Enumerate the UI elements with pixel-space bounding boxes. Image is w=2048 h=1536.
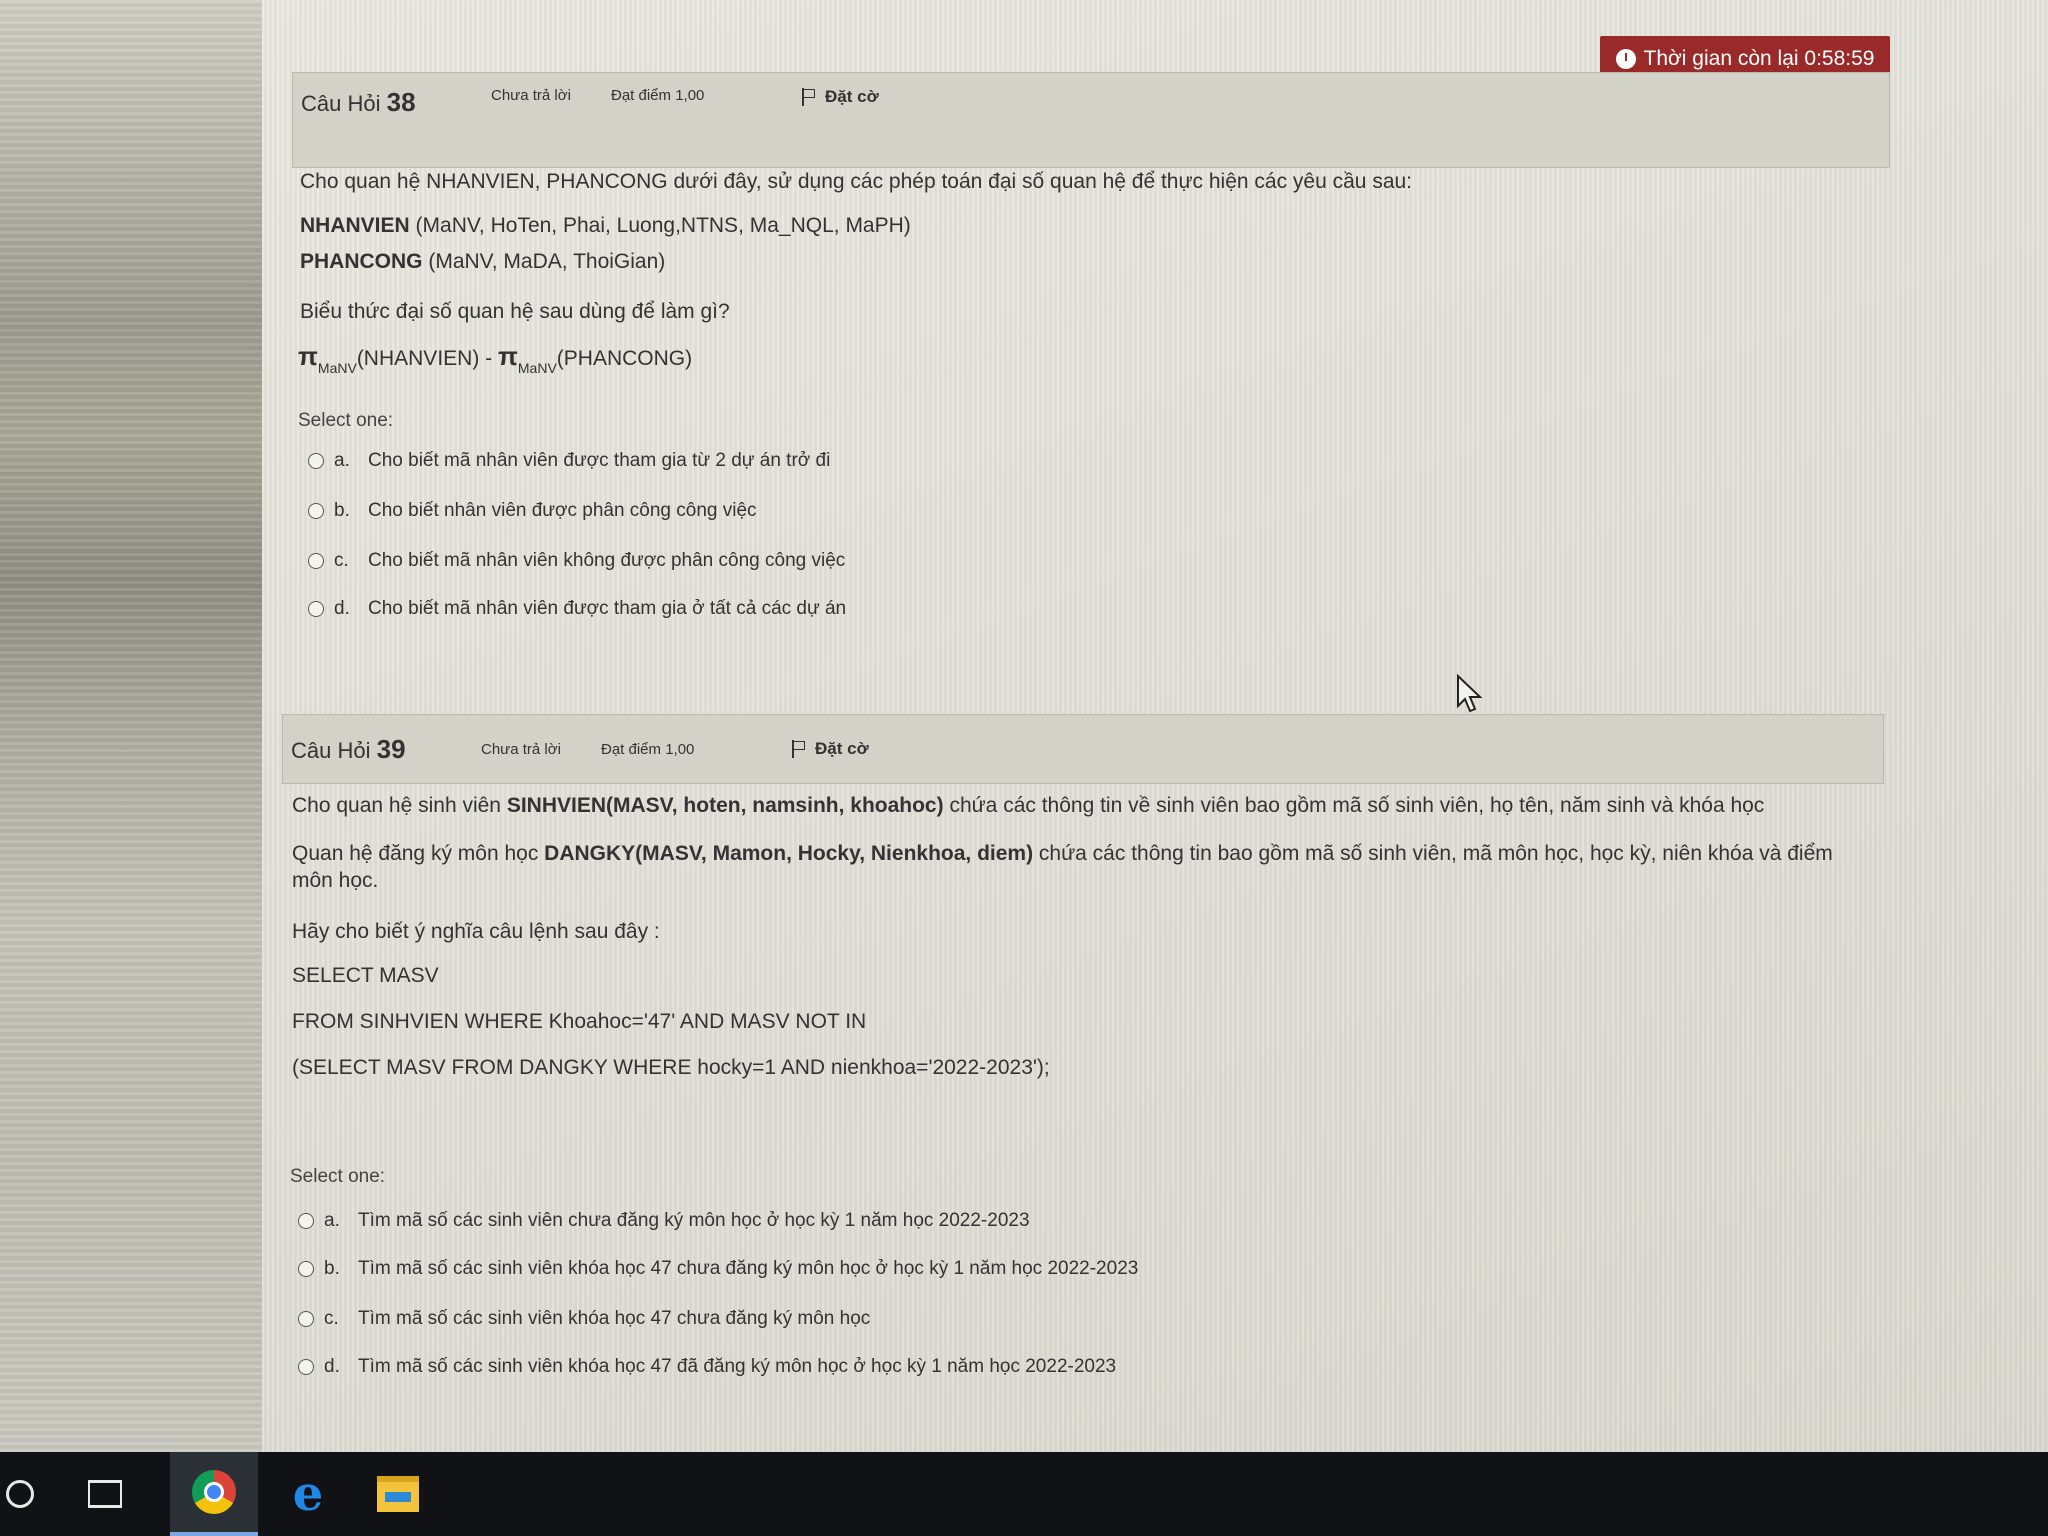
option-letter: c. xyxy=(324,1308,339,1329)
relation-schema: DANGKY(MASV, Mamon, Hocky, Nienkhoa, die… xyxy=(544,842,1034,865)
q39-option-c[interactable]: c. Tìm mã số các sinh viên khóa học 47 c… xyxy=(298,1308,870,1330)
option-text: Tìm mã số các sinh viên chưa đăng ký môn… xyxy=(358,1210,1030,1231)
sql-line-3: (SELECT MASV FROM DANGKY WHERE hocky=1 A… xyxy=(292,1056,1050,1079)
radio-button[interactable] xyxy=(298,1359,314,1375)
relation-attributes: (MaNV, MaDA, ThoiGian) xyxy=(422,250,666,273)
expression-operand: (NHANVIEN) - xyxy=(356,347,498,370)
option-text: Tìm mã số các sinh viên khóa học 47 chưa… xyxy=(358,1308,871,1329)
option-text: Cho biết mã nhân viên được tham gia ở tấ… xyxy=(368,598,847,619)
background-photo xyxy=(0,0,262,1452)
radio-button[interactable] xyxy=(308,553,324,569)
projection-symbol: π xyxy=(298,341,318,371)
cortana-button[interactable] xyxy=(0,1452,40,1536)
select-one-label: Select one: xyxy=(290,1166,386,1187)
flag-label: Đặt cờ xyxy=(815,739,869,758)
relation-phancong: PHANCONG (MaNV, MaDA, ThoiGian) xyxy=(300,248,665,275)
question-38-number: Câu Hỏi 38 xyxy=(301,87,491,118)
edge-icon: e xyxy=(292,1466,324,1522)
question-number: 38 xyxy=(386,87,416,117)
option-text: Cho biết mã nhân viên không được phân cô… xyxy=(368,550,846,571)
projection-symbol: π xyxy=(497,341,518,371)
task-view-icon xyxy=(88,1480,122,1508)
relation-name: PHANCONG xyxy=(300,250,423,273)
question-38-state: Chưa trả lời xyxy=(491,87,571,104)
question-38-prompt: Biểu thức đại số quan hệ sau dùng để làm… xyxy=(300,300,730,323)
q39-option-a[interactable]: a. Tìm mã số các sinh viên chưa đăng ký … xyxy=(298,1210,1030,1232)
option-letter: a. xyxy=(324,1210,340,1231)
taskbar: e xyxy=(0,1452,2048,1536)
relation-schema: SINHVIEN(MASV, hoten, namsinh, khoahoc) xyxy=(506,794,944,817)
chrome-icon xyxy=(192,1470,236,1514)
text-segment: Quan hệ đăng ký môn học xyxy=(292,842,545,865)
radio-button[interactable] xyxy=(308,601,324,617)
q38-option-c[interactable]: c. Cho biết mã nhân viên không được phân… xyxy=(308,550,845,572)
chrome-taskbar-button[interactable] xyxy=(170,1452,258,1536)
radio-button[interactable] xyxy=(298,1213,314,1229)
question-39-number: Câu Hỏi 39 xyxy=(291,734,481,765)
question-39-line1: Cho quan hệ sinh viên SINHVIEN(MASV, hot… xyxy=(292,792,1892,819)
timer-label: Thời gian còn lại 0:58:59 xyxy=(1643,47,1875,70)
file-explorer-button[interactable] xyxy=(358,1452,438,1536)
flag-question-38-button[interactable]: Đặt cờ xyxy=(801,87,879,107)
option-text: Cho biết nhân viên được phân công công v… xyxy=(368,500,757,521)
projection-attribute: MaNV xyxy=(317,360,357,376)
q39-option-b[interactable]: b. Tìm mã số các sinh viên khóa học 47 c… xyxy=(298,1258,1138,1280)
option-text: Tìm mã số các sinh viên khóa học 47 đã đ… xyxy=(358,1356,1117,1377)
question-39-state: Chưa trả lời xyxy=(481,740,561,758)
relation-attributes: (MaNV, HoTen, Phai, Luong,NTNS, Ma_NQL, … xyxy=(409,214,911,237)
option-text: Cho biết mã nhân viên được tham gia từ 2… xyxy=(368,450,831,471)
relation-nhanvien: NHANVIEN (MaNV, HoTen, Phai, Luong,NTNS,… xyxy=(300,212,911,239)
option-letter: a. xyxy=(334,450,350,471)
clock-icon xyxy=(1615,49,1636,69)
edge-taskbar-button[interactable]: e xyxy=(258,1452,358,1536)
radio-button[interactable] xyxy=(298,1261,314,1277)
question-label: Câu Hỏi xyxy=(291,737,371,763)
radio-button[interactable] xyxy=(298,1311,314,1327)
q38-option-d[interactable]: d. Cho biết mã nhân viên được tham gia ở… xyxy=(308,598,846,620)
question-39-line2: Quan hệ đăng ký môn học DANGKY(MASV, Mam… xyxy=(292,840,1872,895)
select-one-label: Select one: xyxy=(298,410,394,431)
option-letter: d. xyxy=(334,598,350,619)
flag-question-39-button[interactable]: Đặt cờ xyxy=(791,739,869,759)
radio-button[interactable] xyxy=(308,453,324,469)
text-segment: chứa các thông tin về sinh viên bao gồm … xyxy=(943,794,1765,817)
radio-button[interactable] xyxy=(308,503,324,519)
projection-attribute: MaNV xyxy=(517,360,557,376)
q39-option-d[interactable]: d. Tìm mã số các sinh viên khóa học 47 đ… xyxy=(298,1356,1116,1378)
flag-label: Đặt cờ xyxy=(825,87,879,106)
text-segment: Cho quan hệ sinh viên xyxy=(292,794,507,817)
question-38-header: Câu Hỏi 38 Chưa trả lời Đạt điểm 1,00 Đặ… xyxy=(292,72,1890,168)
question-38-intro: Cho quan hệ NHANVIEN, PHANCONG dưới đây,… xyxy=(300,170,1413,193)
option-letter: b. xyxy=(334,500,350,521)
file-explorer-icon xyxy=(377,1476,419,1512)
quiz-page: Thời gian còn lại 0:58:59 Câu Hỏi 38 Chư… xyxy=(262,0,2048,1452)
task-view-button[interactable] xyxy=(40,1452,170,1536)
flag-icon xyxy=(791,740,805,758)
option-letter: c. xyxy=(334,550,349,571)
relational-algebra-expression: πMaNV(NHANVIEN) - πMaNV(PHANCONG) xyxy=(298,340,692,377)
relation-name: NHANVIEN xyxy=(300,214,410,237)
flag-icon xyxy=(801,88,815,106)
expression-operand: (PHANCONG) xyxy=(556,347,693,370)
question-39-mark: Đạt điểm 1,00 xyxy=(601,740,695,758)
cortana-icon xyxy=(6,1480,34,1508)
question-label: Câu Hỏi xyxy=(301,91,381,116)
option-letter: b. xyxy=(324,1258,340,1279)
question-39-header: Câu Hỏi 39 Chưa trả lời Đạt điểm 1,00 Đặ… xyxy=(282,714,1884,784)
question-39-prompt: Hãy cho biết ý nghĩa câu lệnh sau đây : xyxy=(292,920,660,943)
option-text: Tìm mã số các sinh viên khóa học 47 chưa… xyxy=(358,1258,1139,1279)
question-number: 39 xyxy=(376,733,406,764)
mouse-cursor-icon xyxy=(1457,674,1483,713)
q38-option-a[interactable]: a. Cho biết mã nhân viên được tham gia t… xyxy=(308,450,830,472)
option-letter: d. xyxy=(324,1356,340,1377)
sql-line-1: SELECT MASV xyxy=(292,964,439,987)
sql-line-2: FROM SINHVIEN WHERE Khoahoc='47' AND MAS… xyxy=(292,1010,867,1033)
q38-option-b[interactable]: b. Cho biết nhân viên được phân công côn… xyxy=(308,500,757,522)
question-38-mark: Đạt điểm 1,00 xyxy=(611,87,705,104)
